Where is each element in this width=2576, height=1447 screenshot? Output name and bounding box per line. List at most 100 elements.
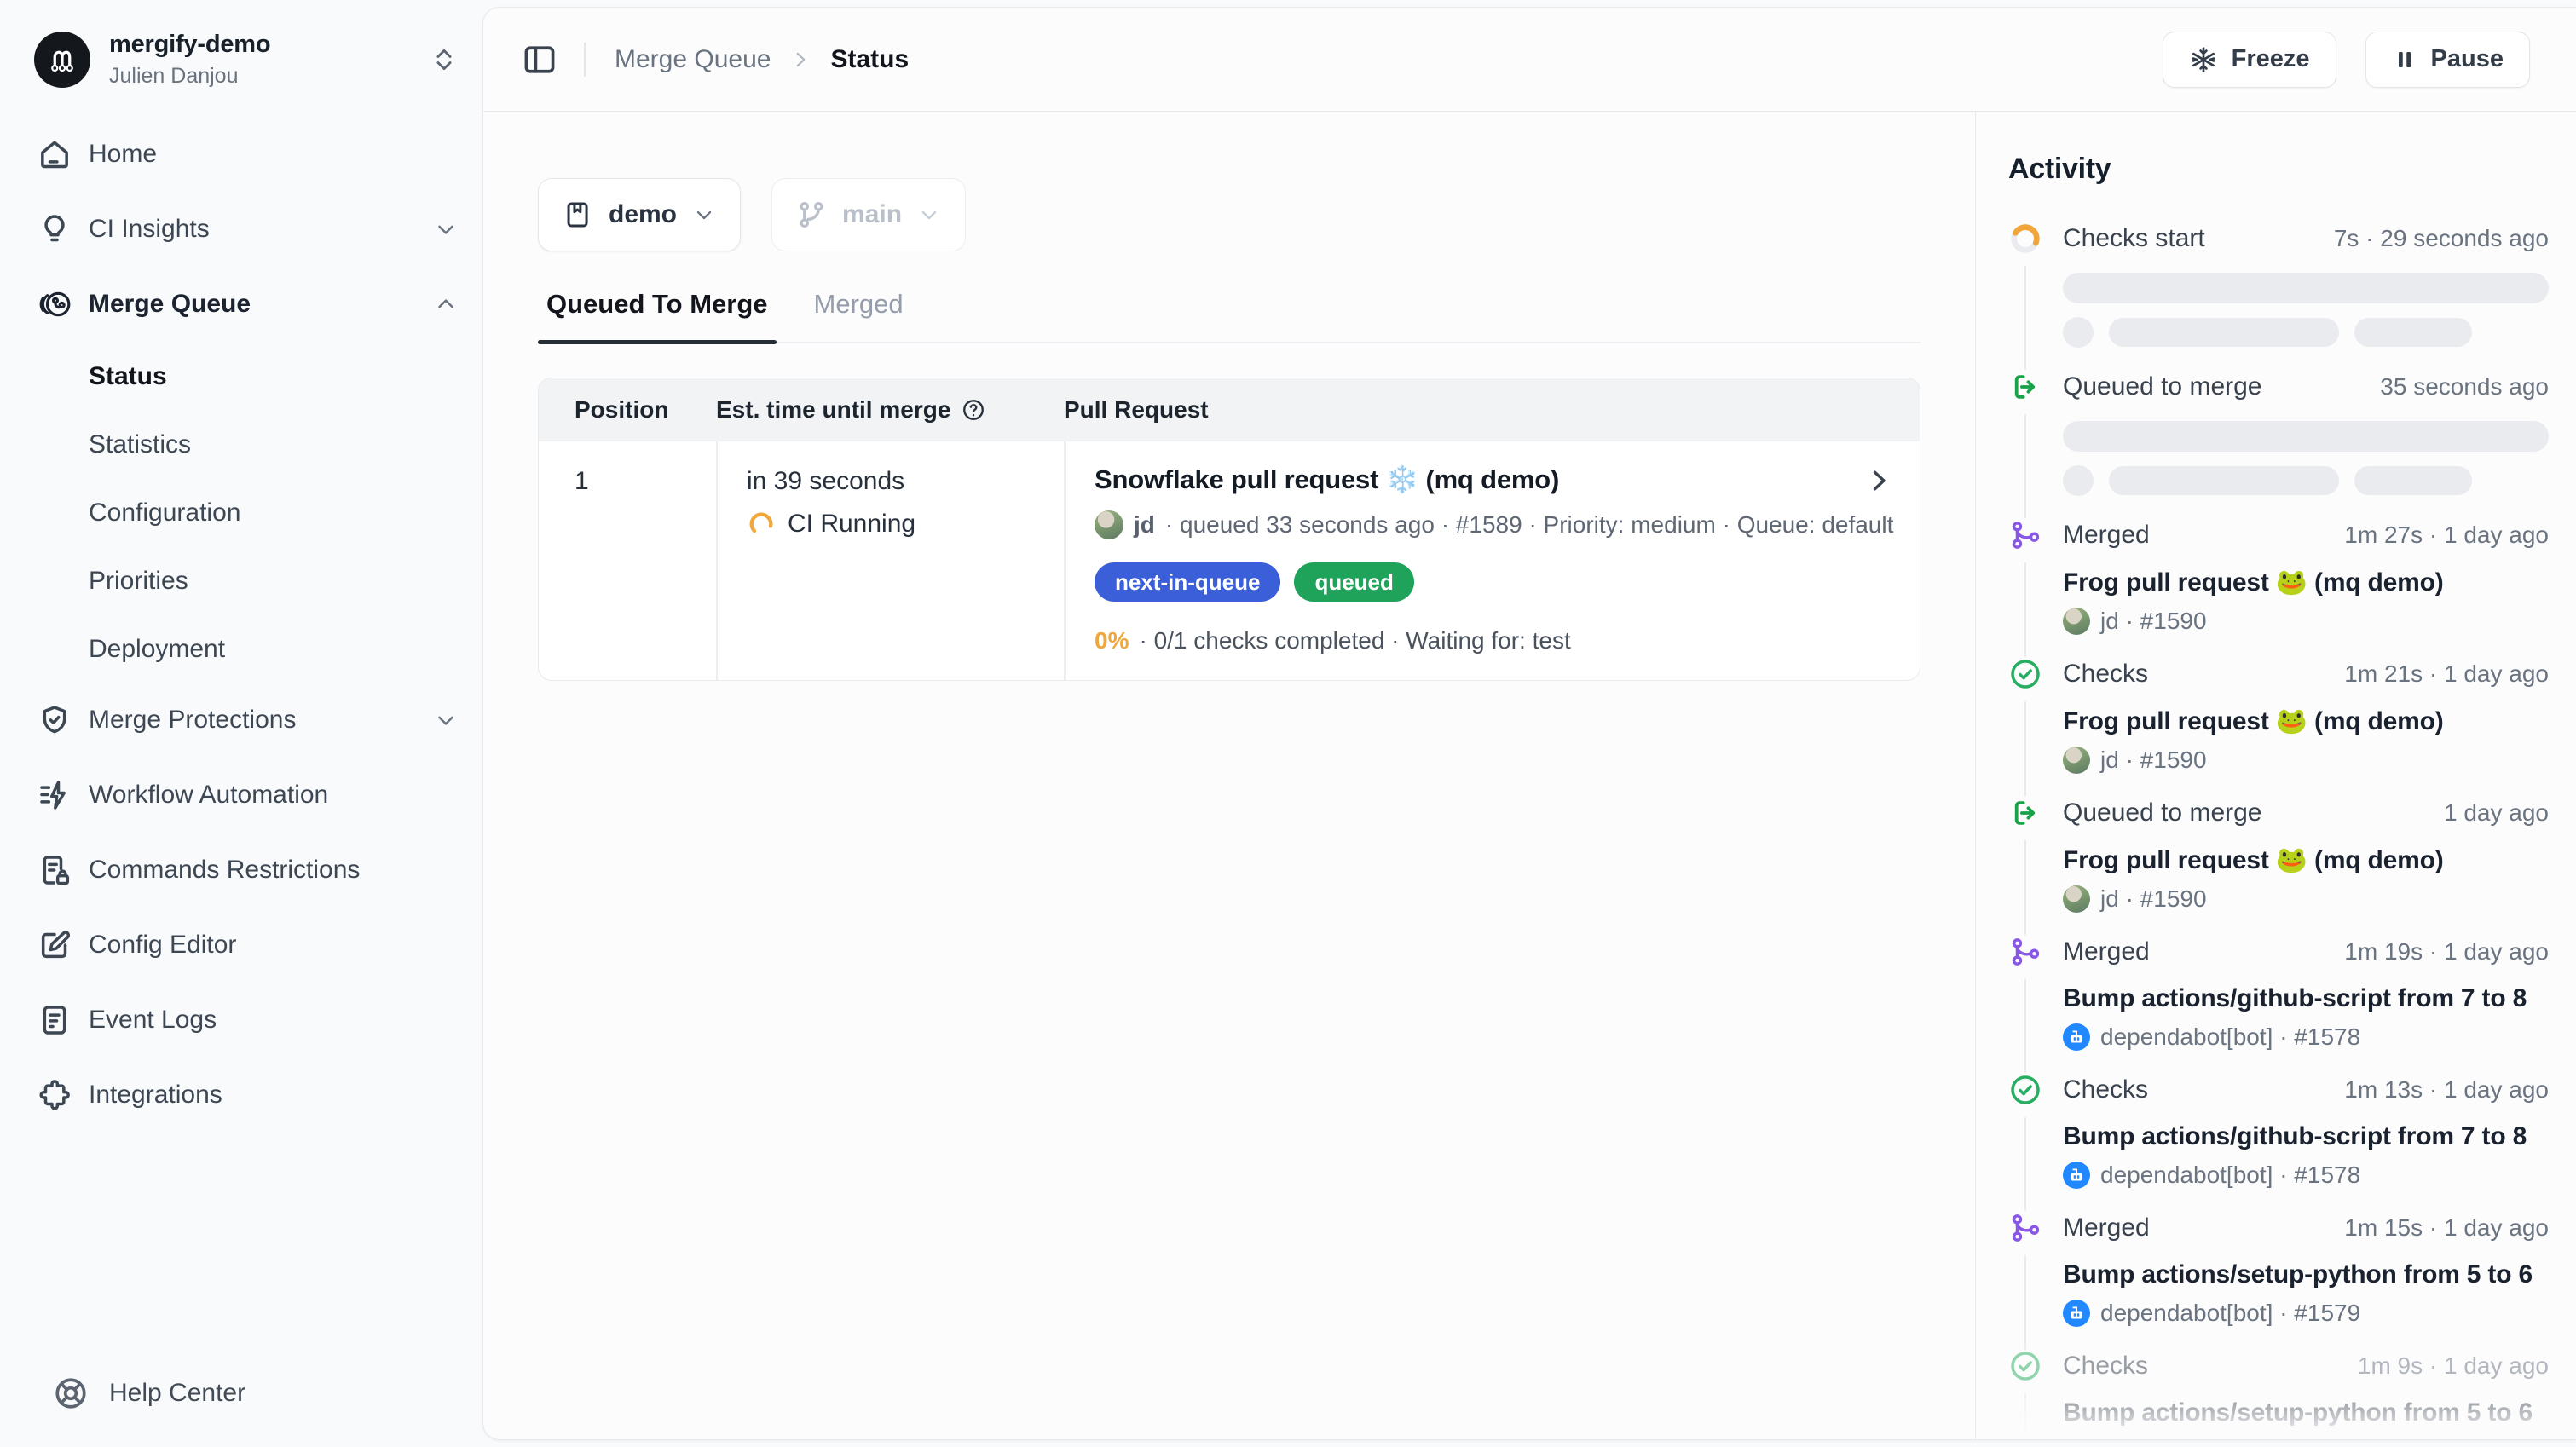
- sidebar-item-label: Config Editor: [89, 931, 236, 960]
- chevron-down-icon: [433, 707, 459, 733]
- sidebar-item-merge-protections[interactable]: Merge Protections: [0, 695, 482, 745]
- sidebar-item-config-editor[interactable]: Config Editor: [0, 920, 482, 970]
- activity-item[interactable]: Queued to merge 35 seconds ago: [2008, 370, 2549, 518]
- activity-item[interactable]: Checks 1m 21s · 1 day ago Frog pull requ…: [2008, 657, 2549, 796]
- snowflake-icon: [2189, 45, 2218, 74]
- activity-item[interactable]: Checks 1m 13s · 1 day ago Bump actions/g…: [2008, 1073, 2549, 1211]
- activity-pr-title[interactable]: Bump actions/setup-python from 5 to 6: [2063, 1398, 2549, 1427]
- dependabot-icon: [2063, 1162, 2090, 1189]
- branch-select[interactable]: main: [771, 178, 966, 251]
- org-name: mergify-demo: [109, 31, 430, 59]
- org-owner: Julien Danjou: [109, 64, 430, 89]
- row-eta-cell: in 39 seconds CI Running: [716, 441, 1064, 680]
- activity-pr-title[interactable]: Frog pull request 🐸 (mq demo): [2063, 845, 2549, 875]
- sidebar-item-commands-restrictions[interactable]: Commands Restrictions: [0, 845, 482, 895]
- activity-pr-title[interactable]: Bump actions/github-script from 7 to 8: [2063, 1122, 2549, 1151]
- freeze-button[interactable]: Freeze: [2163, 32, 2336, 88]
- activity-event-time: 1 day ago: [2444, 799, 2549, 827]
- activity-event-label: Checks: [2063, 1075, 2148, 1104]
- help-center-label: Help Center: [109, 1379, 245, 1408]
- activity-item[interactable]: Merged 1m 15s · 1 day ago Bump actions/s…: [2008, 1211, 2549, 1349]
- queue-tabs: Queued To Merge Merged: [538, 289, 1920, 343]
- activity-item[interactable]: Queued to merge 1 day ago Frog pull requ…: [2008, 796, 2549, 935]
- tab-queued-to-merge[interactable]: Queued To Merge: [538, 289, 777, 342]
- top-bar: Merge Queue Status Freeze Pause: [483, 8, 2576, 112]
- row-eta: in 39 seconds: [747, 467, 1064, 496]
- sidebar-item-event-logs[interactable]: Event Logs: [0, 995, 482, 1045]
- sidebar-item-priorities[interactable]: Priorities: [0, 559, 482, 603]
- help-center-link[interactable]: Help Center: [53, 1375, 245, 1411]
- activity-event-time: 1m 27s · 1 day ago: [2344, 522, 2549, 549]
- activity-event-time: 1m 9s · 1 day ago: [2358, 1352, 2549, 1380]
- sidebar-nav: Home CI Insights Merge Queue: [0, 130, 482, 1120]
- row-chevron-right-icon[interactable]: [1863, 464, 1894, 496]
- chevron-up-icon: [433, 291, 459, 317]
- chevron-down-icon: [917, 203, 941, 227]
- chevron-down-icon: [692, 203, 716, 227]
- repo-branch-toolbar: demo main: [538, 178, 1920, 251]
- activity-event-label: Merged: [2063, 1214, 2150, 1242]
- activity-skeleton: [2063, 256, 2549, 348]
- check-circle-icon: [2008, 657, 2042, 691]
- tab-merged[interactable]: Merged: [806, 289, 912, 342]
- activity-item[interactable]: Merged 1m 27s · 1 day ago Frog pull requ…: [2008, 518, 2549, 657]
- merge-queue-icon: [38, 287, 72, 321]
- topbar-divider: [584, 43, 586, 77]
- activity-event-label: Checks start: [2063, 224, 2205, 253]
- row-ci-status: CI Running: [788, 510, 915, 539]
- activity-pr-title[interactable]: Bump actions/setup-python from 5 to 6: [2063, 1260, 2549, 1289]
- author-avatar: [2063, 747, 2090, 774]
- git-merge-icon: [2008, 935, 2042, 969]
- help-circle-icon[interactable]: [961, 397, 986, 423]
- repo-select-value: demo: [609, 200, 677, 229]
- sidebar-item-label: Commands Restrictions: [89, 856, 360, 885]
- activity-pr-title[interactable]: Frog pull request 🐸 (mq demo): [2063, 568, 2549, 597]
- sidebar-item-status[interactable]: Status: [0, 355, 482, 399]
- sidebar-item-integrations[interactable]: Integrations: [0, 1070, 482, 1120]
- home-icon: [38, 137, 72, 171]
- app-root: mergify-demo Julien Danjou Home CI Insig…: [0, 0, 2576, 1447]
- sidebar-toggle-icon[interactable]: [521, 41, 558, 78]
- sidebar-item-label: Deployment: [89, 635, 225, 664]
- org-switcher-chevrons-icon[interactable]: [430, 45, 459, 74]
- chevron-down-icon: [433, 216, 459, 242]
- pause-button[interactable]: Pause: [2365, 32, 2530, 88]
- sidebar-item-ci-insights[interactable]: CI Insights: [0, 205, 482, 254]
- activity-pr-title[interactable]: Bump actions/github-script from 7 to 8: [2063, 984, 2549, 1013]
- activity-pr-byline: jd · #1590: [2100, 885, 2207, 913]
- sidebar-item-configuration[interactable]: Configuration: [0, 491, 482, 535]
- sidebar-item-workflow-automation[interactable]: Workflow Automation: [0, 770, 482, 820]
- breadcrumb: Merge Queue Status: [615, 45, 909, 74]
- git-merge-icon: [2008, 1211, 2042, 1245]
- activity-event-label: Checks: [2063, 660, 2148, 689]
- row-progress-text: · 0/1 checks completed · Waiting for: te…: [1139, 627, 1570, 654]
- activity-item[interactable]: Checks start 7s · 29 seconds ago: [2008, 222, 2549, 370]
- activity-item[interactable]: Merged 1m 19s · 1 day ago Bump actions/g…: [2008, 935, 2549, 1073]
- sidebar-item-label: Integrations: [89, 1081, 222, 1110]
- check-circle-icon: [2008, 1073, 2042, 1107]
- file-text-icon: [38, 1003, 72, 1037]
- ci-spinner-icon: [747, 510, 776, 539]
- activity-event-label: Checks: [2063, 1352, 2148, 1381]
- sidebar-item-statistics[interactable]: Statistics: [0, 423, 482, 467]
- activity-item[interactable]: Checks 1m 9s · 1 day ago Bump actions/se…: [2008, 1349, 2549, 1439]
- check-circle-icon: [2008, 1349, 2042, 1383]
- column-position: Position: [539, 396, 716, 424]
- repo-select[interactable]: demo: [538, 178, 741, 251]
- queue-row[interactable]: 1 in 39 seconds CI Running: [539, 441, 1920, 680]
- row-progress-percent: 0%: [1095, 627, 1129, 654]
- queue-table: Position Est. time until merge Pull Requ…: [538, 378, 1920, 681]
- breadcrumb-merge-queue[interactable]: Merge Queue: [615, 45, 771, 74]
- activity-pr-byline: dependabot[bot] · #1579: [2100, 1300, 2360, 1327]
- column-pull-request: Pull Request: [1064, 396, 1920, 424]
- sidebar-item-merge-queue[interactable]: Merge Queue: [0, 280, 482, 329]
- sidebar-item-deployment[interactable]: Deployment: [0, 627, 482, 672]
- label-badge-queued: queued: [1294, 562, 1413, 602]
- activity-pr-title[interactable]: Frog pull request 🐸 (mq demo): [2063, 706, 2549, 736]
- org-switcher[interactable]: mergify-demo Julien Danjou: [0, 24, 482, 95]
- freeze-label: Freeze: [2232, 45, 2310, 73]
- sidebar-item-home[interactable]: Home: [0, 130, 482, 179]
- activity-pr-byline: jd · #1590: [2100, 747, 2207, 774]
- queued-to-merge-icon: [2008, 796, 2042, 830]
- git-merge-icon: [2008, 518, 2042, 552]
